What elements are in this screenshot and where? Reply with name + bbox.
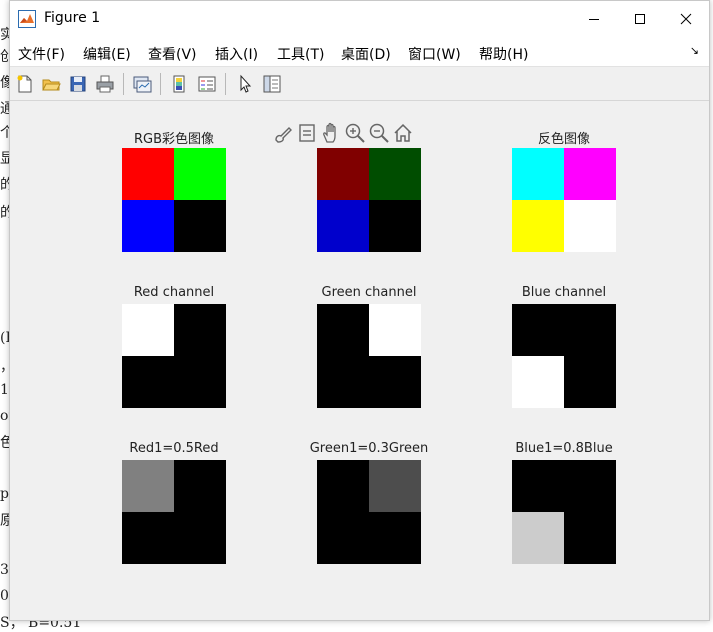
image-pixel bbox=[122, 304, 174, 356]
minimize-button[interactable] bbox=[571, 1, 617, 37]
subplot-green-channel[interactable] bbox=[317, 304, 421, 408]
subplot-title-blue-channel: Blue channel bbox=[521, 285, 607, 300]
pan-icon[interactable] bbox=[320, 122, 342, 144]
home-icon[interactable] bbox=[392, 122, 414, 144]
image-pixel bbox=[512, 148, 564, 200]
maximize-icon bbox=[635, 14, 645, 24]
matlab-icon bbox=[18, 10, 36, 28]
menu-view[interactable]: 查看(V) bbox=[148, 44, 197, 64]
image-pixel bbox=[317, 460, 369, 512]
subplot-title-inverse: 反色图像 bbox=[537, 132, 590, 147]
image-pixel bbox=[512, 304, 564, 356]
subplot-scaled-image[interactable] bbox=[317, 148, 421, 252]
toolbar-separator bbox=[160, 73, 161, 95]
image-pixel bbox=[564, 460, 616, 512]
minimize-icon bbox=[589, 19, 599, 20]
image-pixel bbox=[369, 356, 421, 408]
figure-window: Figure 1 文件(F) 编辑(E) 查看(V) 插入(I) 工具(T) 桌… bbox=[9, 0, 710, 621]
image-pixel bbox=[369, 148, 421, 200]
subplot-green1[interactable] bbox=[317, 460, 421, 564]
subplot-title-red-channel: Red channel bbox=[133, 285, 215, 300]
image-pixel bbox=[317, 356, 369, 408]
menu-insert[interactable]: 插入(I) bbox=[215, 44, 258, 64]
zoom-out-icon[interactable] bbox=[368, 122, 390, 144]
image-pixel bbox=[317, 304, 369, 356]
image-pixel bbox=[512, 200, 564, 252]
zoom-in-icon[interactable] bbox=[344, 122, 366, 144]
subplot-blue-channel[interactable] bbox=[512, 304, 616, 408]
image-pixel bbox=[512, 356, 564, 408]
figure-canvas: RGB彩色图像 反色图像 Red channel Green channel B… bbox=[10, 101, 709, 620]
image-pixel bbox=[564, 304, 616, 356]
subplot-red1[interactable] bbox=[122, 460, 226, 564]
image-pixel bbox=[512, 460, 564, 512]
menu-desktop[interactable]: 桌面(D) bbox=[341, 44, 391, 64]
image-pixel bbox=[369, 460, 421, 512]
image-pixel bbox=[174, 148, 226, 200]
legend-icon[interactable] bbox=[197, 74, 217, 94]
close-button[interactable] bbox=[663, 1, 709, 37]
image-pixel bbox=[564, 200, 616, 252]
subplot-title-red1: Red1=0.5Red bbox=[129, 441, 219, 456]
toolbar-separator bbox=[225, 73, 226, 95]
image-pixel bbox=[174, 460, 226, 512]
image-pixel bbox=[564, 356, 616, 408]
image-pixel bbox=[564, 512, 616, 564]
image-pixel bbox=[369, 512, 421, 564]
image-pixel bbox=[174, 304, 226, 356]
figure-toolbar bbox=[10, 67, 709, 101]
menu-window[interactable]: 窗口(W) bbox=[408, 44, 461, 64]
image-pixel bbox=[369, 304, 421, 356]
image-pixel bbox=[174, 356, 226, 408]
image-pixel bbox=[317, 512, 369, 564]
subplot-rgb-image[interactable] bbox=[122, 148, 226, 252]
menu-file[interactable]: 文件(F) bbox=[18, 44, 65, 64]
subplot-title-green1: Green1=0.3Green bbox=[309, 441, 429, 456]
image-pixel bbox=[122, 460, 174, 512]
toolbar-separator bbox=[123, 73, 124, 95]
open-folder-icon[interactable] bbox=[41, 74, 61, 94]
image-pixel bbox=[122, 148, 174, 200]
print-icon[interactable] bbox=[95, 74, 115, 94]
subplot-blue1[interactable] bbox=[512, 460, 616, 564]
image-pixel bbox=[317, 200, 369, 252]
menu-edit[interactable]: 编辑(E) bbox=[83, 44, 131, 64]
close-icon bbox=[680, 13, 692, 25]
menu-overflow-icon[interactable]: ↘ bbox=[690, 44, 699, 57]
image-pixel bbox=[122, 200, 174, 252]
image-pixel bbox=[122, 512, 174, 564]
subplot-red-channel[interactable] bbox=[122, 304, 226, 408]
menu-help[interactable]: 帮助(H) bbox=[479, 44, 528, 64]
image-pixel bbox=[122, 356, 174, 408]
window-title: Figure 1 bbox=[44, 10, 101, 26]
brush-icon[interactable] bbox=[272, 122, 294, 144]
title-bar[interactable]: Figure 1 bbox=[10, 1, 709, 37]
subplot-title-rgb: RGB彩色图像 bbox=[133, 132, 215, 147]
image-pixel bbox=[174, 512, 226, 564]
save-icon[interactable] bbox=[68, 74, 88, 94]
pointer-icon[interactable] bbox=[235, 74, 255, 94]
subplot-title-green-channel: Green channel bbox=[321, 285, 417, 300]
image-pixel bbox=[174, 200, 226, 252]
bg-text-line: 0 bbox=[0, 588, 9, 604]
property-inspector-icon[interactable] bbox=[262, 74, 282, 94]
maximize-button[interactable] bbox=[617, 1, 663, 37]
image-pixel bbox=[564, 148, 616, 200]
colorbar-icon[interactable] bbox=[169, 74, 189, 94]
subplot-inverse-image[interactable] bbox=[512, 148, 616, 252]
image-pixel bbox=[369, 200, 421, 252]
image-pixel bbox=[317, 148, 369, 200]
menu-tools[interactable]: 工具(T) bbox=[277, 44, 324, 64]
image-pixel bbox=[512, 512, 564, 564]
data-tips-icon[interactable] bbox=[296, 122, 318, 144]
link-plot-icon[interactable] bbox=[132, 74, 152, 94]
menu-bar: 文件(F) 编辑(E) 查看(V) 插入(I) 工具(T) 桌面(D) 窗口(W… bbox=[10, 37, 709, 67]
new-figure-icon[interactable] bbox=[15, 74, 35, 94]
subplot-title-blue1: Blue1=0.8Blue bbox=[515, 441, 613, 456]
